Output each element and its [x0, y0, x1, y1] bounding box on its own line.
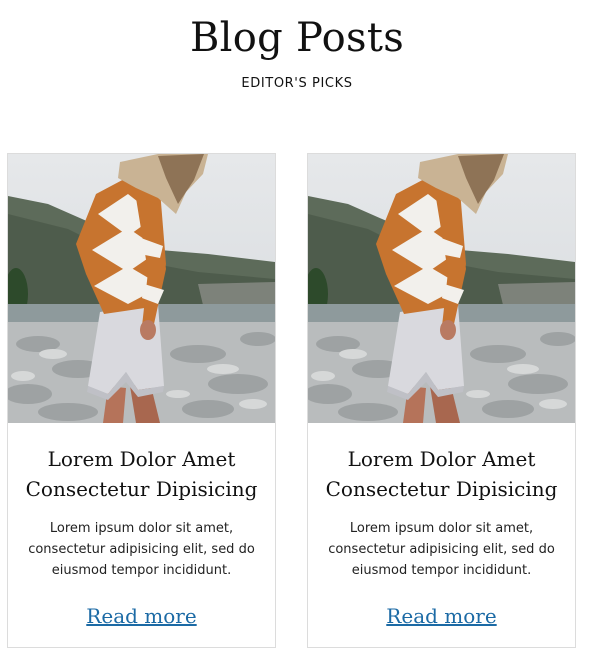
woman-photo — [308, 154, 575, 423]
post-excerpt: Lorem ipsum dolor sit amet, consectetur … — [328, 521, 555, 578]
blog-post-image[interactable] — [308, 154, 575, 423]
post-excerpt: Lorem ipsum dolor sit amet, consectetur … — [28, 521, 255, 578]
post-title: Lorem Dolor Amet Consectetur Dipisicing — [325, 447, 558, 501]
post-title: Lorem Dolor Amet Consectetur Dipisicing — [25, 447, 258, 501]
page-title: Blog Posts — [189, 15, 405, 61]
woman-photo — [8, 154, 275, 423]
blog-card: Lorem Dolor Amet Consectetur Dipisicing … — [7, 153, 276, 648]
read-more-link[interactable]: Read more — [308, 602, 575, 630]
page-subtitle: EDITOR'S PICKS — [241, 76, 353, 91]
read-more-link[interactable]: Read more — [8, 602, 275, 630]
blog-post-image[interactable] — [8, 154, 275, 423]
blog-card: Lorem Dolor Amet Consectetur Dipisicing … — [307, 153, 576, 648]
